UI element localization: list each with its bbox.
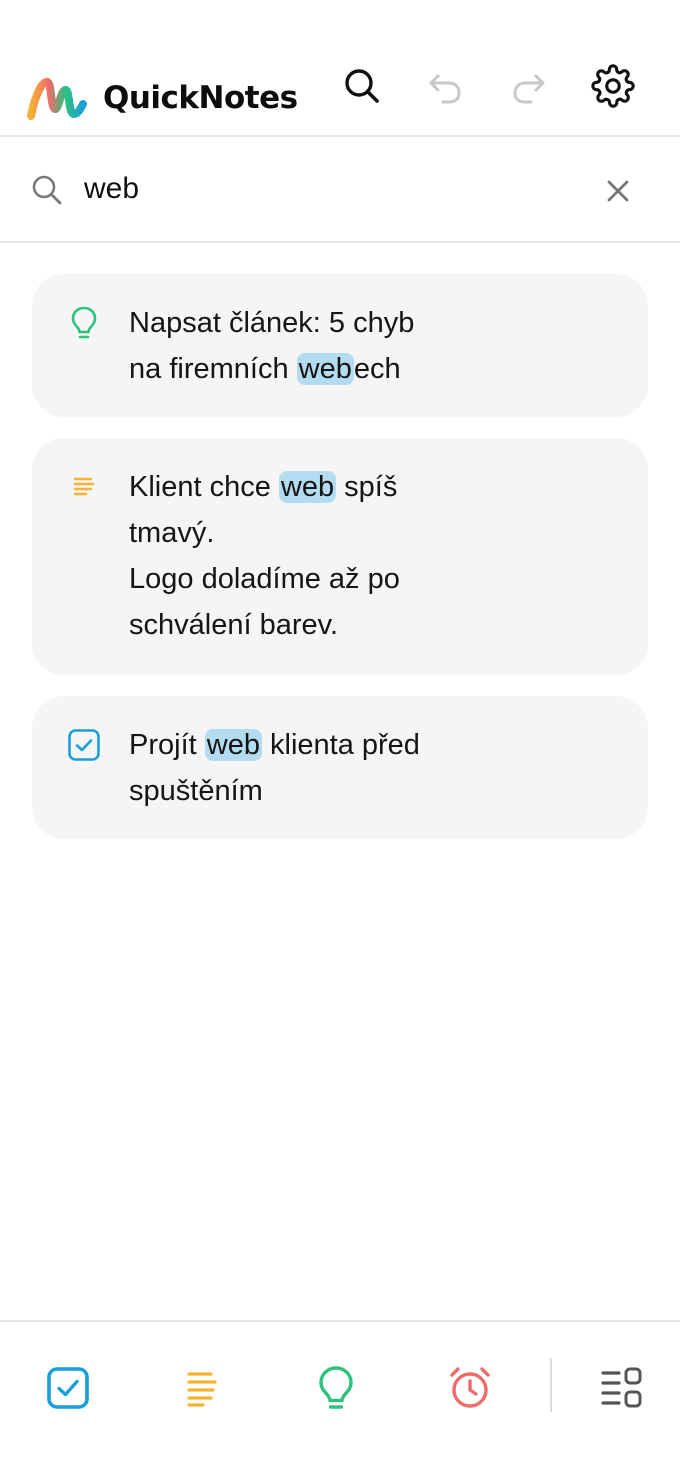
nav-notes[interactable] [174, 1360, 230, 1416]
clear-search-button[interactable] [598, 171, 638, 211]
search-bar [0, 137, 680, 243]
search-highlight: web [204, 729, 262, 761]
result-card-note[interactable]: Klient chce web spíš tmavý. Logo doladím… [32, 438, 648, 675]
result-card-idea[interactable]: Napsat článek: 5 chyb na firemních webec… [32, 274, 648, 417]
undo-icon [429, 74, 461, 104]
gear-icon [591, 64, 635, 108]
nav-categories[interactable] [594, 1360, 650, 1416]
checkbox-icon [68, 729, 100, 761]
nav-reminders[interactable] [442, 1360, 498, 1416]
tasks-checkbox-icon [47, 1367, 89, 1409]
redo-button[interactable] [505, 62, 553, 110]
search-button[interactable] [338, 62, 386, 110]
result-card-task[interactable]: Projít web klienta před spuštěním [32, 696, 648, 839]
nav-ideas[interactable] [308, 1360, 364, 1416]
note-lines-icon [73, 477, 95, 496]
categories-icon [601, 1367, 642, 1408]
app-title: QuickNotes [103, 80, 298, 116]
search-highlight: web [278, 471, 337, 503]
undo-button[interactable] [421, 62, 469, 110]
redo-icon [513, 74, 545, 104]
app-logo-icon [27, 78, 87, 120]
lightbulb-icon [71, 306, 97, 339]
search-highlight: web [296, 353, 354, 385]
ideas-lightbulb-icon [319, 1366, 353, 1409]
search-icon [32, 175, 62, 205]
nav-divider [550, 1358, 552, 1412]
result-text: Napsat článek: 5 chyb na firemních webec… [129, 307, 415, 385]
close-icon [607, 180, 629, 202]
notes-lines-icon [187, 1372, 217, 1407]
result-text: Klient chce web spíš tmavý. Logo doladím… [129, 471, 400, 641]
search-icon [345, 69, 379, 103]
settings-button[interactable] [589, 62, 637, 110]
app-header: QuickNotes [0, 0, 680, 137]
nav-tasks[interactable] [40, 1360, 96, 1416]
search-input[interactable] [84, 165, 574, 213]
bottom-navigation [0, 1320, 680, 1478]
result-text: Projít web klienta před spuštěním [129, 729, 420, 807]
reminders-alarm-icon [450, 1367, 490, 1408]
